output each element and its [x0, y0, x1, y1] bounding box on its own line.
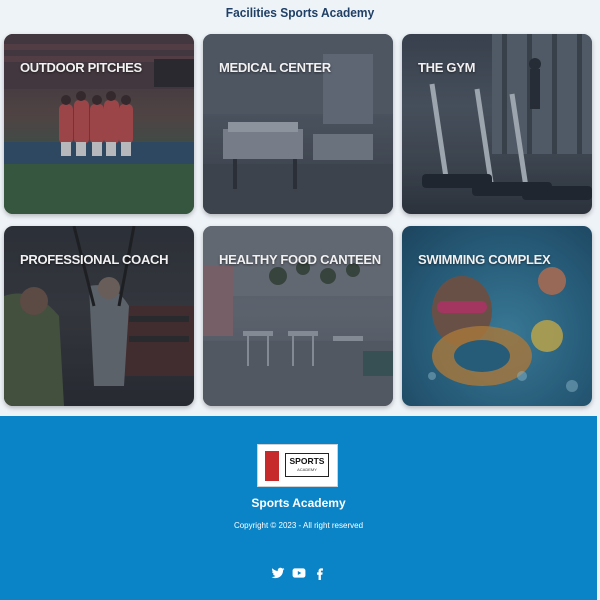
facilities-section: Facilities Sports Academy OUTDOOR PITCHE… [0, 0, 600, 416]
facebook-icon[interactable] [313, 566, 327, 580]
logo-subword: ACADEMY [297, 467, 317, 472]
facility-card-the-gym[interactable]: THE GYM [402, 34, 592, 214]
facility-card-swimming-complex[interactable]: SWIMMING COMPLEX [402, 226, 592, 406]
footer-brand-name: Sports Academy [251, 496, 346, 510]
facility-label: PROFESSIONAL COACH [20, 252, 169, 267]
player-silhouette-icon [265, 451, 279, 481]
copyright-text: Copyright © 2023 - All right reserved [233, 521, 364, 530]
facility-card-professional-coach[interactable]: PROFESSIONAL COACH [4, 226, 194, 406]
section-title: Facilities Sports Academy [225, 5, 375, 20]
logo-word: SPORTS [289, 456, 325, 466]
twitter-icon[interactable] [271, 566, 285, 580]
facility-label: HEALTHY FOOD CANTEEN [219, 252, 381, 267]
facility-label: OUTDOOR PITCHES [20, 60, 142, 75]
facility-card-healthy-food-canteen[interactable]: HEALTHY FOOD CANTEEN [203, 226, 393, 406]
facility-label: THE GYM [418, 60, 476, 75]
social-links [271, 565, 327, 581]
footer-logo[interactable]: SPORTS ACADEMY [257, 444, 338, 487]
facility-card-medical-center[interactable]: MEDICAL CENTER [203, 34, 393, 214]
facility-card-outdoor-pitches[interactable]: OUTDOOR PITCHES [4, 34, 194, 214]
youtube-icon[interactable] [292, 566, 306, 580]
logo-text-frame: SPORTS ACADEMY [285, 453, 329, 477]
facility-label: SWIMMING COMPLEX [418, 252, 551, 267]
facility-label: MEDICAL CENTER [219, 60, 331, 75]
